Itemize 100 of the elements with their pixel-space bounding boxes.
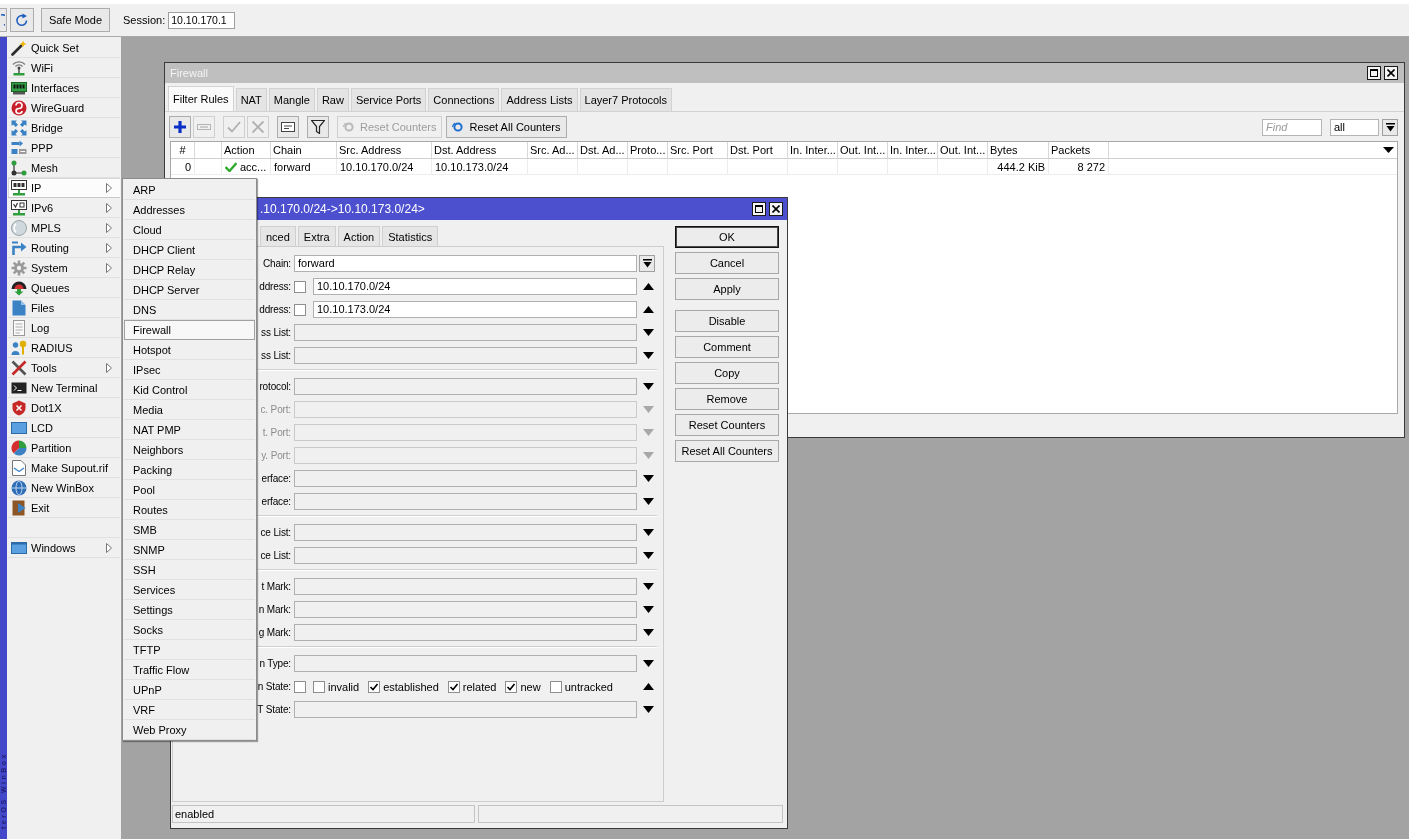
sidebar-item[interactable]: IPv6 [8, 198, 120, 218]
submenu-item[interactable]: Settings [124, 600, 255, 620]
submenu-item[interactable]: UPnP [124, 680, 255, 700]
column-header[interactable]: Dst. Port [728, 142, 788, 158]
submenu-item[interactable]: Addresses [124, 200, 255, 220]
submenu-item[interactable]: NAT PMP [124, 420, 255, 440]
column-header[interactable]: Out. Int... [838, 142, 888, 158]
dialog-button[interactable]: OK [675, 226, 779, 248]
dropdown-arrow-icon[interactable] [1383, 147, 1394, 153]
submenu-item[interactable]: DHCP Relay [124, 260, 255, 280]
redo-button[interactable] [10, 8, 34, 32]
input-field[interactable] [294, 470, 637, 487]
arrow-down-icon[interactable] [643, 629, 654, 636]
sidebar-item[interactable]: Routing [8, 238, 120, 258]
dialog-button[interactable]: Cancel [675, 252, 779, 274]
submenu-item[interactable]: TFTP [124, 640, 255, 660]
sidebar-item[interactable]: Tools [8, 358, 120, 378]
input-field[interactable] [294, 701, 637, 718]
arrow-down-icon[interactable] [643, 706, 654, 713]
submenu-item[interactable]: Web Proxy [124, 720, 255, 740]
submenu-item[interactable]: Neighbors [124, 440, 255, 460]
column-header[interactable]: Chain [271, 142, 337, 158]
submenu-item[interactable]: Socks [124, 620, 255, 640]
dialog-button[interactable]: Disable [675, 310, 779, 332]
tab[interactable]: NAT [235, 88, 267, 111]
input-field[interactable] [294, 447, 637, 464]
sidebar-item[interactable]: New WinBox [8, 478, 120, 498]
input-field[interactable] [294, 624, 637, 641]
submenu-item[interactable]: Pool [124, 480, 255, 500]
sidebar-item[interactable]: Exit [8, 498, 120, 518]
close-button[interactable] [769, 202, 783, 216]
checkbox[interactable] [549, 680, 562, 693]
submenu-item[interactable]: Traffic Flow [124, 660, 255, 680]
submenu-item[interactable]: Routes [124, 500, 255, 520]
input-field[interactable] [294, 401, 637, 418]
submenu-item[interactable]: Packing [124, 460, 255, 480]
checkbox[interactable] [294, 680, 306, 693]
arrow-down-icon[interactable] [643, 606, 654, 613]
sidebar-item[interactable]: Dot1X [8, 398, 120, 418]
sidebar-item[interactable]: MPLS [8, 218, 120, 238]
sidebar-item[interactable]: LCD [8, 418, 120, 438]
tab[interactable]: Address Lists [501, 88, 578, 111]
checkbox[interactable] [313, 680, 325, 693]
sidebar-item[interactable]: Queues [8, 278, 120, 298]
add-button[interactable] [169, 116, 191, 138]
checkbox[interactable] [447, 680, 460, 693]
tab[interactable]: Statistics [382, 226, 439, 246]
filter-button[interactable] [307, 116, 329, 138]
column-header[interactable]: Action [222, 142, 271, 158]
column-header[interactable]: Proto... [628, 142, 668, 158]
input-field[interactable] [294, 601, 637, 618]
submenu-item[interactable]: SNMP [124, 540, 255, 560]
arrow-down-icon[interactable] [643, 352, 654, 359]
input-field[interactable] [294, 578, 637, 595]
input-field[interactable] [294, 655, 637, 672]
arrow-up-icon[interactable] [643, 283, 654, 290]
column-header[interactable]: Src. Address [337, 142, 432, 158]
dialog-button[interactable]: Reset Counters [675, 414, 779, 436]
sidebar-item[interactable]: Partition [8, 438, 120, 458]
column-header[interactable]: # [171, 142, 195, 158]
sidebar-item[interactable]: IP [8, 178, 120, 198]
sidebar-item[interactable]: System [8, 258, 120, 278]
column-header[interactable]: In. Inter... [888, 142, 938, 158]
table-row[interactable]: 0 acc... forward 10.10.170.0/24 10.10.173.0/24 444.2 KiB 8 272 [171, 159, 1397, 175]
tab[interactable]: nced [260, 226, 296, 246]
arrow-down-icon[interactable] [643, 660, 654, 667]
input-field[interactable] [294, 524, 637, 541]
sidebar-item[interactable]: WireGuard [8, 98, 120, 118]
tab[interactable]: Connections [428, 88, 500, 111]
submenu-item[interactable]: IPsec [124, 360, 255, 380]
toolbar-button[interactable]: Reset All Counters [446, 116, 567, 138]
arrow-down-icon[interactable] [643, 329, 654, 336]
dialog-button[interactable]: Copy [675, 362, 779, 384]
sidebar-item[interactable]: Log [8, 318, 120, 338]
filter-select[interactable]: all [1330, 119, 1379, 136]
dropdown-button[interactable] [1382, 119, 1398, 136]
column-header[interactable]: Src. Port [668, 142, 728, 158]
tab[interactable]: Mangle [268, 88, 315, 111]
column-header[interactable]: Dst. Address [432, 142, 528, 158]
checkbox[interactable] [368, 680, 381, 693]
close-button[interactable] [1384, 66, 1398, 80]
checkbox[interactable] [294, 303, 306, 316]
input-field[interactable] [294, 378, 637, 395]
submenu-item[interactable]: SMB [124, 520, 255, 540]
dialog-button[interactable]: Comment [675, 336, 779, 358]
arrow-down-icon[interactable] [643, 475, 654, 482]
tab[interactable]: Layer7 Protocols [579, 88, 673, 111]
sidebar-item[interactable]: WiFi [8, 58, 120, 78]
sidebar-item[interactable]: Bridge [8, 118, 120, 138]
arrow-up-icon[interactable] [643, 306, 654, 313]
input-field[interactable]: 10.10.170.0/24 [313, 278, 637, 295]
arrow-down-icon[interactable] [643, 552, 654, 559]
column-header[interactable]: Src. Ad... [528, 142, 578, 158]
submenu-item[interactable]: Firewall [124, 320, 255, 340]
input-field[interactable] [294, 547, 637, 564]
input-field[interactable] [294, 424, 637, 441]
column-header[interactable]: Dst. Ad... [578, 142, 628, 158]
session-field[interactable]: 10.10.170.1 [168, 11, 236, 29]
safe-mode-button[interactable]: Safe Mode [41, 8, 110, 32]
undo-button[interactable] [0, 8, 7, 32]
